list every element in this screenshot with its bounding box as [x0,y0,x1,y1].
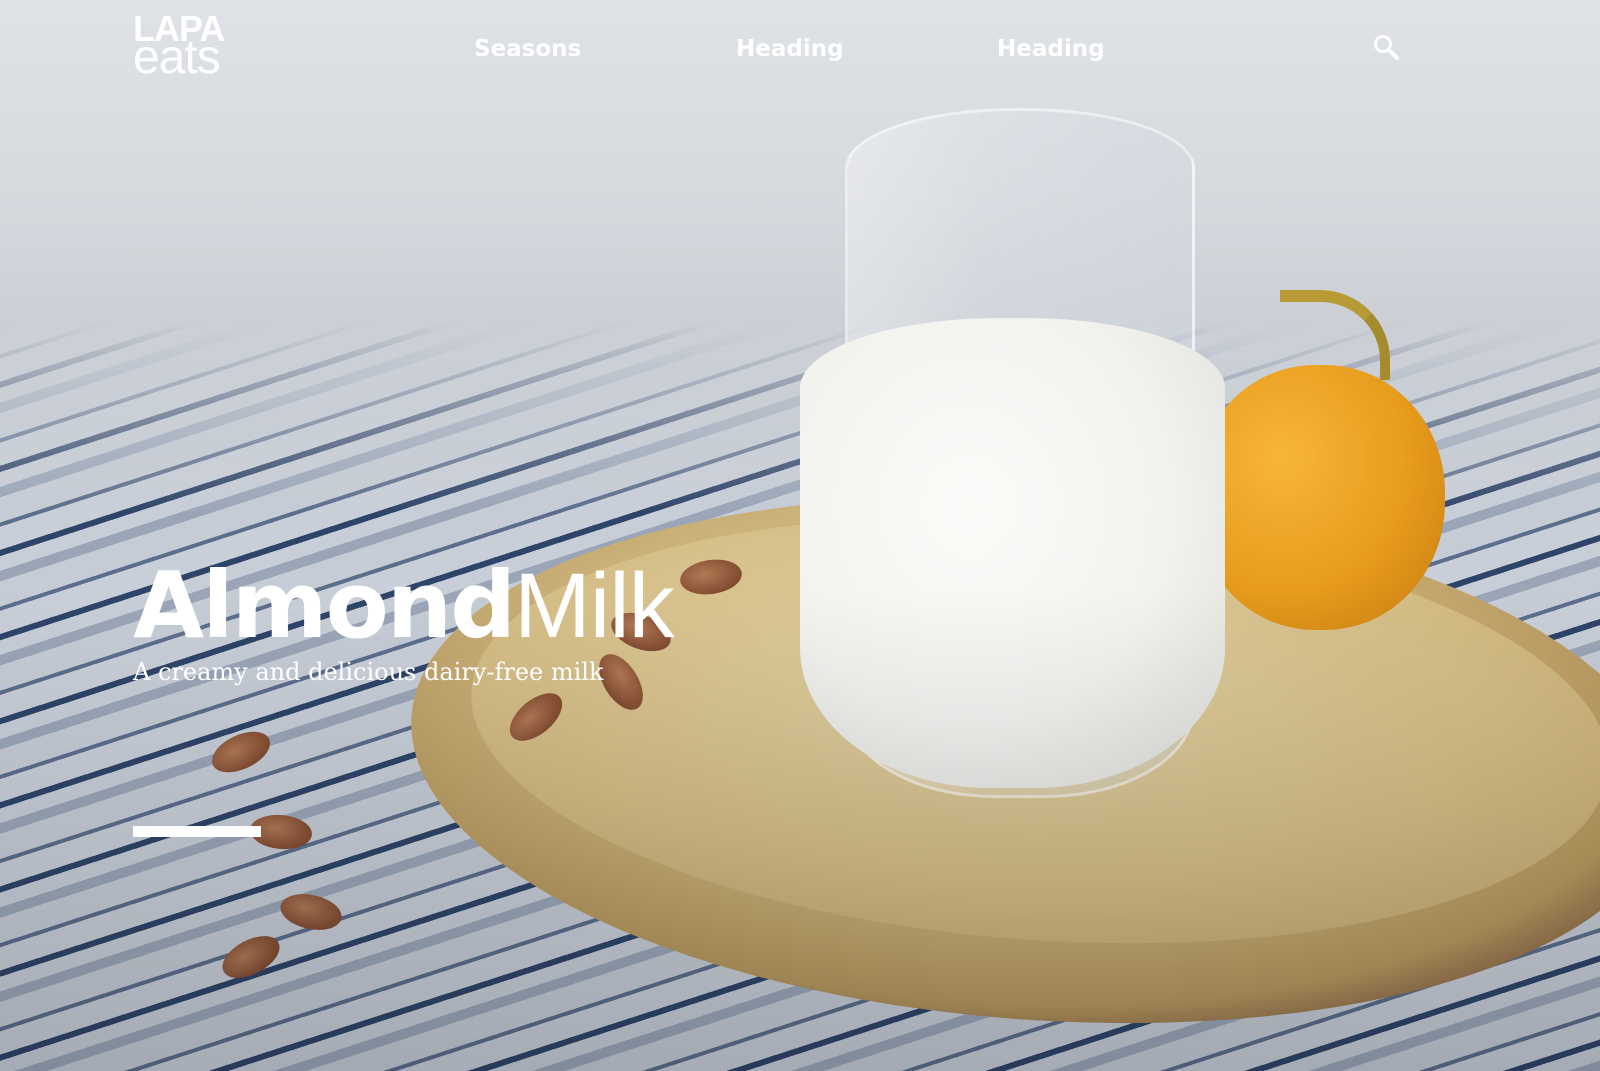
site-logo[interactable]: LAPA eats [133,11,253,84]
top-navigation: LAPA eats Seasons Heading Heading [0,0,1600,100]
almond [205,723,277,781]
nav-link-seasons[interactable]: Seasons [474,34,581,64]
logo-text-bottom: eats [133,31,221,84]
search-button[interactable] [1372,33,1402,63]
hero-title-light: Milk [514,555,675,657]
nav-link-heading-1[interactable]: Heading [736,34,844,64]
hero-subtitle: A creamy and delicious dairy-free milk [133,658,604,686]
milk [800,318,1225,788]
hero-title-bold: Almond [133,552,516,659]
hero-image [0,0,1600,1071]
nav-link-heading-2[interactable]: Heading [997,34,1105,64]
almond [277,888,345,936]
search-icon [1374,35,1399,60]
pumpkin [1195,365,1445,630]
almond [215,927,287,987]
accent-divider [133,826,261,837]
hero-title: AlmondMilk [133,555,675,657]
